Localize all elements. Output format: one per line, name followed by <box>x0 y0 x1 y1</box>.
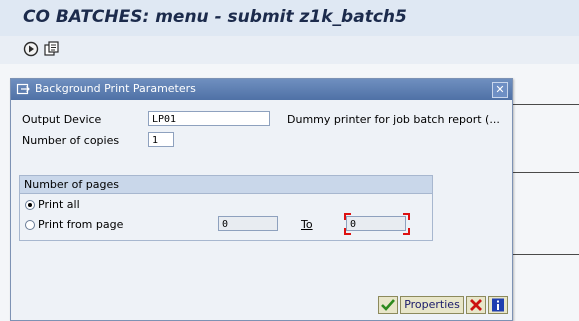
pages-group-header: Number of pages <box>20 176 432 194</box>
output-device-description: Dummy printer for job batch report (... <box>287 113 500 126</box>
application-toolbar <box>0 36 579 64</box>
app-title: CO BATCHES: menu - submit z1k_batch5 <box>23 7 407 27</box>
copies-input[interactable]: 1 <box>148 132 174 147</box>
required-marker <box>344 213 351 220</box>
output-device-input[interactable]: LP01 <box>148 111 270 126</box>
print-from-radio[interactable] <box>25 220 35 230</box>
dialog-header: Background Print Parameters ✕ <box>11 79 512 100</box>
cancel-button[interactable] <box>466 296 486 314</box>
variant-icon[interactable] <box>43 40 61 58</box>
dialog-button-bar: Properties <box>378 296 508 316</box>
from-page-input[interactable]: 0 <box>218 216 278 231</box>
info-icon <box>492 298 504 312</box>
continue-button[interactable] <box>378 296 398 314</box>
dialog-title: Background Print Parameters <box>35 82 196 95</box>
close-icon[interactable]: ✕ <box>492 82 508 98</box>
required-marker <box>403 213 410 220</box>
copies-label: Number of copies <box>22 134 120 147</box>
to-page-input[interactable]: 0 <box>346 216 406 231</box>
pages-group-title: Number of pages <box>24 178 119 191</box>
info-button[interactable] <box>488 296 508 314</box>
cancel-icon <box>470 299 482 311</box>
output-device-label: Output Device <box>22 113 102 126</box>
required-marker <box>403 228 410 235</box>
dialog-window-icon <box>16 82 30 96</box>
properties-button[interactable]: Properties <box>400 296 464 314</box>
print-all-radio[interactable] <box>25 200 35 210</box>
to-label: To <box>301 218 313 231</box>
window-title-bar: CO BATCHES: menu - submit z1k_batch5 <box>0 0 579 36</box>
required-marker <box>344 228 351 235</box>
print-all-label: Print all <box>38 198 80 211</box>
execute-icon[interactable] <box>22 40 40 58</box>
checkmark-icon <box>381 299 395 311</box>
pages-group: Number of pages Print all Print from pag… <box>19 175 433 241</box>
print-from-label: Print from page <box>38 218 124 231</box>
print-parameters-dialog: Background Print Parameters ✕ Output Dev… <box>10 78 513 321</box>
